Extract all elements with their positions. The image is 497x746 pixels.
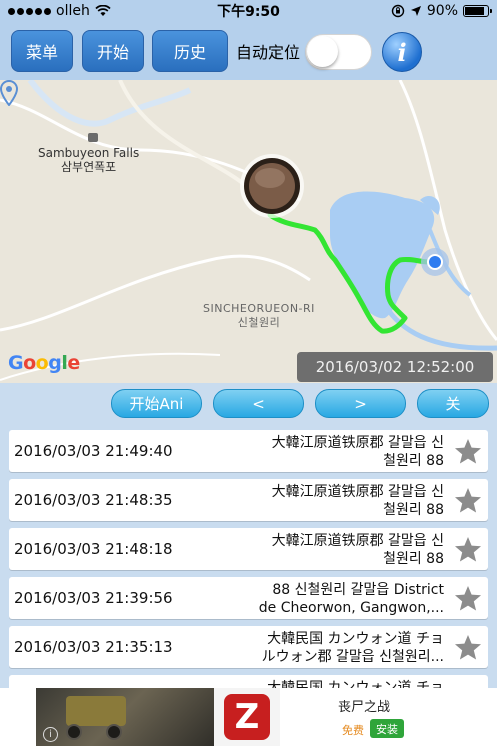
signal-icon — [8, 7, 51, 15]
carrier-label: olleh — [56, 3, 90, 19]
list-item[interactable]: 2016/03/03 21:35:13 大韓民国 カンウォン道 チョ ルウォン郡… — [9, 626, 488, 668]
close-button[interactable]: 关 — [417, 389, 489, 418]
battery-icon — [463, 5, 492, 17]
ad-app-icon[interactable]: Z — [214, 688, 280, 746]
map-place-label-1: Sambuyeon Falls 삼부연폭포 — [38, 146, 139, 174]
item-address: 88 신철원리 갈말읍 District de Cheorwon, Gangwo… — [258, 582, 444, 616]
google-logo: Google — [8, 352, 80, 374]
toolbar: 菜单 开始 历史 自动定位 i — [0, 22, 497, 80]
star-icon[interactable] — [454, 585, 482, 612]
battery-level — [465, 7, 484, 15]
ad-wheel-shape — [106, 724, 122, 740]
map-canvas — [0, 80, 497, 381]
ad-banner[interactable]: i Z 丧尸之战 免费 安装 — [0, 688, 497, 746]
status-bar: olleh 下午9:50 90% — [0, 0, 497, 22]
ad-title: 丧尸之战 — [338, 700, 391, 715]
star-icon[interactable] — [454, 487, 482, 514]
wifi-icon — [95, 5, 111, 16]
toggle-knob — [307, 36, 338, 67]
star-icon[interactable] — [454, 634, 482, 661]
next-button[interactable]: > — [315, 389, 406, 418]
item-time: 2016/03/03 21:48:35 — [14, 491, 173, 509]
star-icon[interactable] — [454, 536, 482, 563]
list-item[interactable]: 2016/03/03 21:39:56 88 신철원리 갈말읍 District… — [9, 577, 488, 619]
list-item[interactable]: 2016/03/03 21:48:35 大韓江原道铁原郡 갈말읍 신 철원리 8… — [9, 479, 488, 521]
history-button[interactable]: 历史 — [152, 30, 228, 72]
place1-ko: 삼부연폭포 — [61, 160, 117, 174]
item-time: 2016/03/03 21:39:56 — [14, 589, 173, 607]
item-time: 2016/03/03 21:35:13 — [14, 638, 173, 656]
status-right: 90% — [391, 3, 492, 19]
item-address: 大韓江原道铁原郡 갈말읍 신 철원리 88 — [271, 533, 444, 567]
ad-image[interactable] — [36, 688, 226, 746]
ad-info-icon[interactable]: i — [43, 727, 58, 742]
ad-vehicle-shape — [66, 696, 126, 726]
star-icon[interactable] — [454, 438, 482, 465]
item-address: 大韓民国 カンウォン道 チョ ルウォン郡 갈말읍 신철원리... — [261, 631, 444, 665]
status-left: olleh — [8, 3, 111, 19]
menu-button[interactable]: 菜单 — [11, 30, 73, 72]
info-button[interactable]: i — [382, 32, 422, 72]
item-address: 大韓江原道铁原郡 갈말읍 신 철원리 88 — [271, 484, 444, 518]
place1-en: Sambuyeon Falls — [38, 146, 140, 160]
auto-locate-toggle[interactable] — [305, 34, 372, 70]
ad-wheel-shape — [66, 724, 82, 740]
map-place-label-2: SINCHEORUEON-RI 신철원리 — [203, 302, 315, 330]
item-address: 大韓民国 カンウォン道 チョ — [267, 680, 444, 688]
ad-install-button[interactable]: 安装 — [370, 719, 404, 738]
map-timestamp: 2016/03/02 12:52:00 — [297, 352, 493, 382]
start-button[interactable]: 开始 — [82, 30, 144, 72]
history-list: 2016/03/03 21:49:40 大韓江原道铁原郡 갈말읍 신 철원리 8… — [0, 425, 497, 688]
item-time: 2016/03/03 21:48:18 — [14, 540, 173, 558]
previous-button[interactable]: < — [213, 389, 304, 418]
playback-controls: 开始Ani < > 关 — [0, 383, 497, 425]
battery-percent: 90% — [426, 3, 458, 19]
list-item[interactable]: 2016/03/03 21:49:40 大韓江原道铁原郡 갈말읍 신 철원리 8… — [9, 430, 488, 472]
list-item[interactable]: 2016/03/03 21:48:18 大韓江原道铁原郡 갈말읍 신 철원리 8… — [9, 528, 488, 570]
ad-free-label: 免费 — [342, 724, 364, 737]
z-logo-icon: Z — [224, 694, 270, 740]
item-time: 2016/03/03 21:49:40 — [14, 442, 173, 460]
map-view[interactable]: Sambuyeon Falls 삼부연폭포 SINCHEORUEON-RI 신철… — [0, 80, 497, 383]
location-arrow-icon — [410, 6, 421, 16]
place2-en: SINCHEORUEON-RI — [203, 302, 315, 315]
location-pin-icon[interactable] — [0, 80, 18, 106]
item-address: 大韓江原道铁原郡 갈말읍 신 철원리 88 — [271, 435, 444, 469]
list-item[interactable]: 大韓民国 カンウォン道 チョ — [9, 675, 488, 688]
place2-ko: 신철원리 — [237, 316, 281, 329]
rotation-lock-icon — [391, 4, 405, 18]
auto-locate-label: 自动定位 — [236, 43, 301, 62]
start-animation-button[interactable]: 开始Ani — [111, 389, 202, 418]
